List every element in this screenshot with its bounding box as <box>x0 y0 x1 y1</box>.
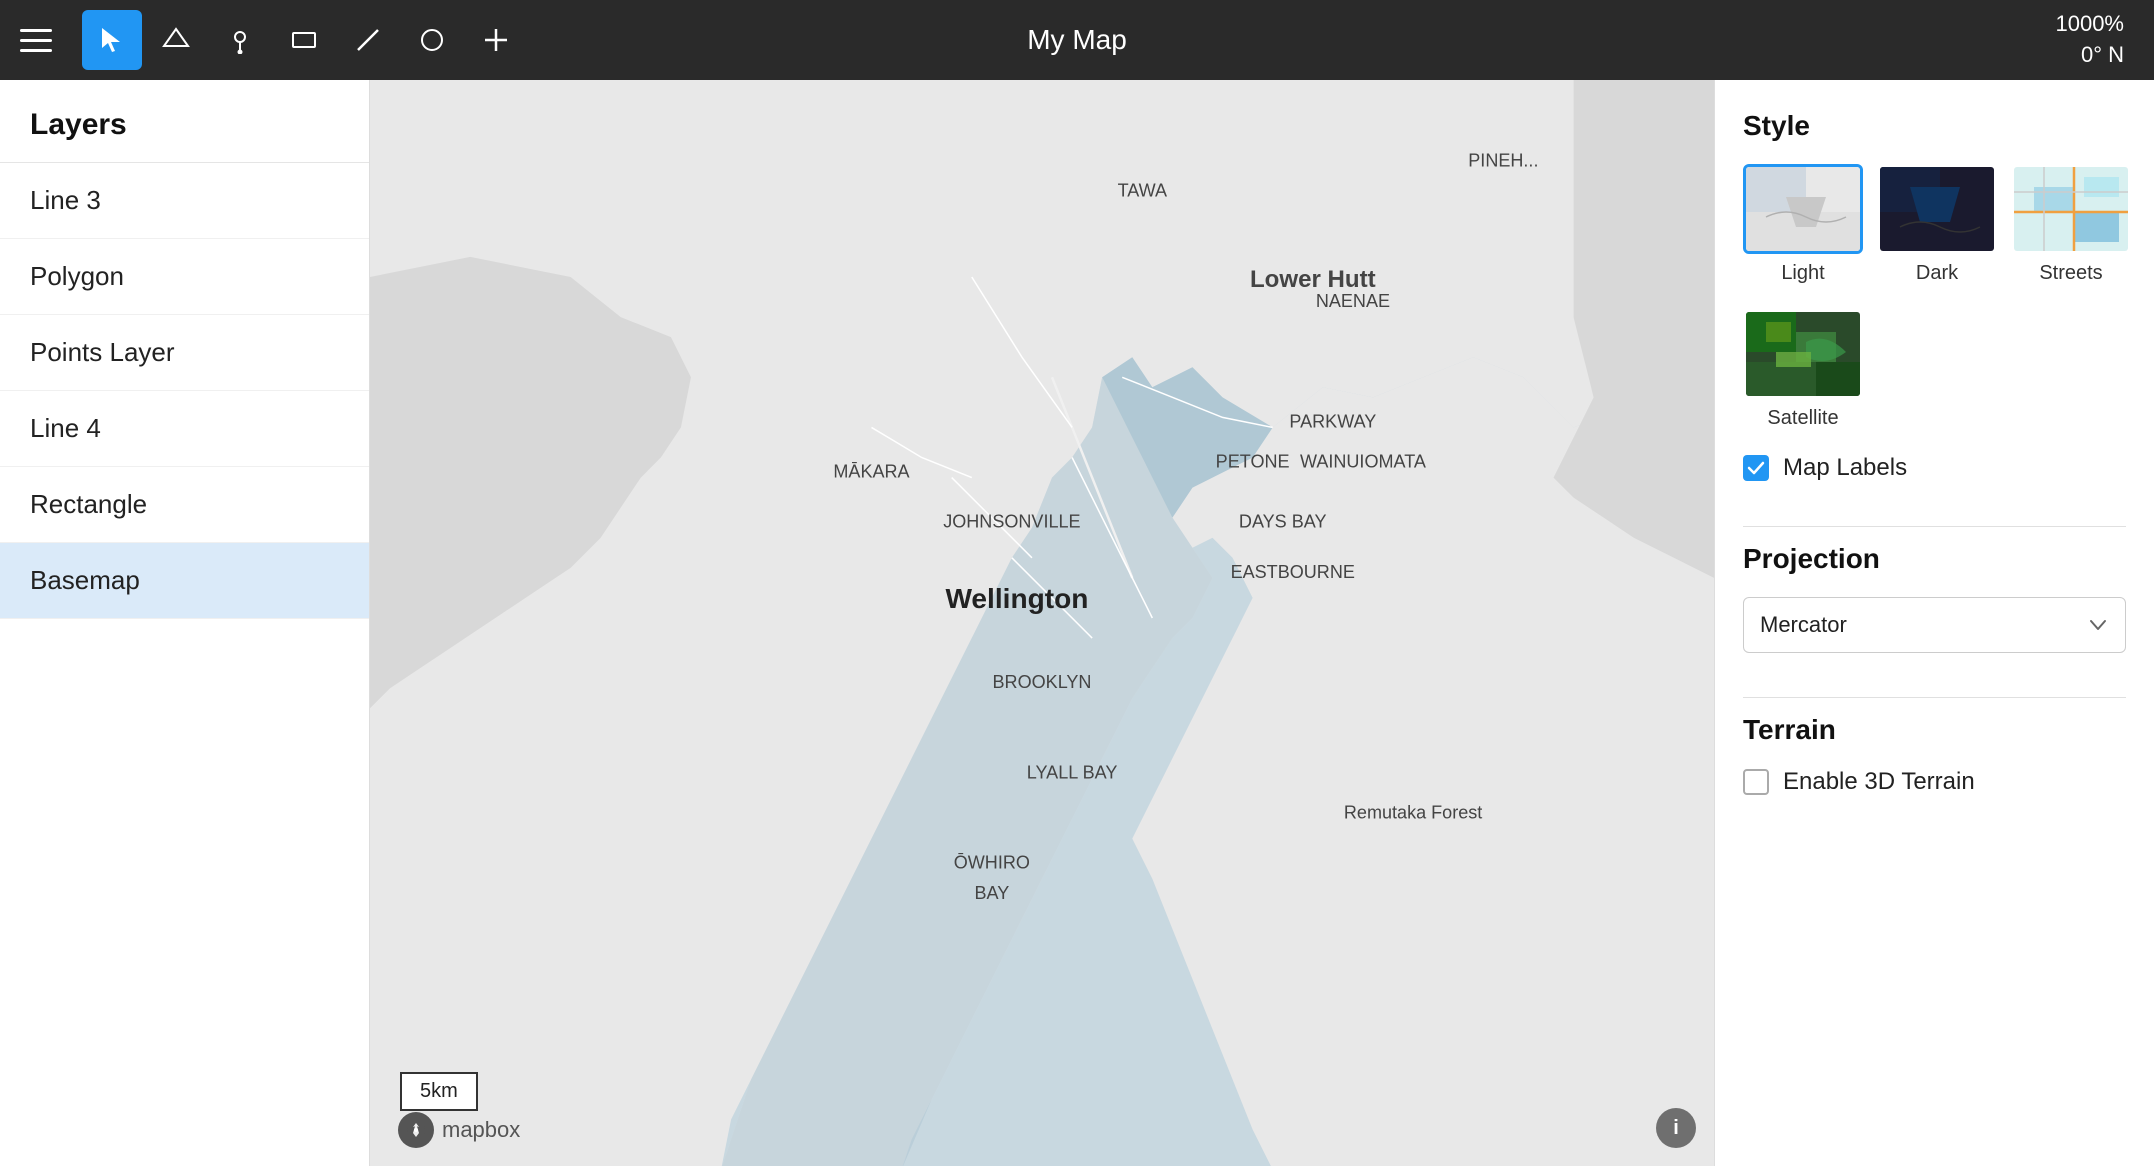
mapbox-logo-icon <box>398 1112 434 1148</box>
tool-line[interactable] <box>338 10 398 70</box>
svg-text:DAYS BAY: DAYS BAY <box>1239 512 1327 532</box>
info-button[interactable]: i <box>1656 1108 1696 1148</box>
style-option-light[interactable]: Light <box>1743 164 1863 285</box>
style-option-dark[interactable]: Dark <box>1877 164 1997 285</box>
terrain-checkbox-label: Enable 3D Terrain <box>1783 768 1975 796</box>
svg-text:EASTBOURNE: EASTBOURNE <box>1231 562 1355 582</box>
svg-text:ŌWHIRO: ŌWHIRO <box>954 853 1030 873</box>
tool-cursor[interactable] <box>82 10 142 70</box>
svg-text:PETONE: PETONE <box>1216 452 1290 472</box>
map-labels-label: Map Labels <box>1783 454 1907 482</box>
map-canvas[interactable]: JOHNSONVILLE NAENAE Lower Hutt TAWA PINE… <box>370 80 1714 1166</box>
menu-button[interactable] <box>20 15 70 65</box>
map-labels-row: Map Labels <box>1743 454 2126 482</box>
svg-text:Remutaka Forest: Remutaka Forest <box>1344 803 1482 823</box>
projection-section: Projection Mercator <box>1743 543 2126 653</box>
layer-item-rectangle[interactable]: Rectangle <box>0 467 369 543</box>
tool-add[interactable] <box>466 10 526 70</box>
layer-item-basemap[interactable]: Basemap <box>0 543 369 619</box>
svg-text:WAINUIOMATA: WAINUIOMATA <box>1300 452 1426 472</box>
terrain-title: Terrain <box>1743 714 2126 746</box>
layers-header: Layers <box>0 80 369 163</box>
projection-title: Projection <box>1743 543 2126 575</box>
projection-select[interactable]: Mercator <box>1743 597 2126 653</box>
mapbox-logo: mapbox <box>398 1112 520 1148</box>
style-grid: Light Dark <box>1743 164 2126 285</box>
style-thumb-dark <box>1877 164 1997 254</box>
style-label-dark: Dark <box>1916 262 1958 285</box>
terrain-checkbox[interactable] <box>1743 769 1769 795</box>
tool-circle[interactable] <box>402 10 462 70</box>
layers-sidebar: Layers Line 3 Polygon Points Layer Line … <box>0 80 370 1166</box>
divider-2 <box>1743 697 2126 698</box>
layer-item-line4[interactable]: Line 4 <box>0 391 369 467</box>
svg-text:Lower Hutt: Lower Hutt <box>1250 266 1376 293</box>
divider-1 <box>1743 526 2126 527</box>
style-grid-row2: Satellite <box>1743 309 2126 430</box>
svg-text:BAY: BAY <box>974 883 1009 903</box>
svg-text:Wellington: Wellington <box>945 583 1088 614</box>
svg-text:NAENAE: NAENAE <box>1316 291 1390 311</box>
style-section-title: Style <box>1743 110 2126 142</box>
zoom-info: 1000% 0° N <box>2055 9 2124 71</box>
layer-item-polygon[interactable]: Polygon <box>0 239 369 315</box>
style-thumb-streets <box>2011 164 2131 254</box>
style-label-light: Light <box>1781 262 1824 285</box>
tool-marker[interactable] <box>210 10 270 70</box>
svg-text:TAWA: TAWA <box>1118 181 1167 201</box>
style-option-satellite[interactable]: Satellite <box>1743 309 1863 430</box>
toolbar: My Map 1000% 0° N <box>0 0 2154 80</box>
svg-text:PARKWAY: PARKWAY <box>1289 411 1376 431</box>
style-thumb-satellite <box>1743 309 1863 399</box>
right-panel: Style Light <box>1714 80 2154 1166</box>
svg-text:BROOKLYN: BROOKLYN <box>993 672 1092 692</box>
terrain-checkbox-row: Enable 3D Terrain <box>1743 768 2126 796</box>
svg-text:LYALL BAY: LYALL BAY <box>1027 762 1118 782</box>
map-labels-checkbox[interactable] <box>1743 455 1769 481</box>
map-title: My Map <box>1027 24 1127 56</box>
layer-item-line3[interactable]: Line 3 <box>0 163 369 239</box>
main-area: Layers Line 3 Polygon Points Layer Line … <box>0 80 2154 1166</box>
terrain-section: Terrain Enable 3D Terrain <box>1743 714 2126 796</box>
style-label-streets: Streets <box>2039 262 2102 285</box>
svg-text:JOHNSONVILLE: JOHNSONVILLE <box>943 512 1080 532</box>
style-section: Style Light <box>1743 110 2126 454</box>
tool-rectangle[interactable] <box>274 10 334 70</box>
style-option-streets[interactable]: Streets <box>2011 164 2131 285</box>
svg-text:MĀKARA: MĀKARA <box>833 462 909 482</box>
layer-item-points-layer[interactable]: Points Layer <box>0 315 369 391</box>
mapbox-logo-text: mapbox <box>442 1117 520 1143</box>
tool-polygon[interactable] <box>146 10 206 70</box>
style-thumb-light <box>1743 164 1863 254</box>
svg-text:PINEH...: PINEH... <box>1468 151 1538 171</box>
style-label-satellite: Satellite <box>1767 407 1838 430</box>
scale-bar: 5km <box>400 1072 478 1111</box>
